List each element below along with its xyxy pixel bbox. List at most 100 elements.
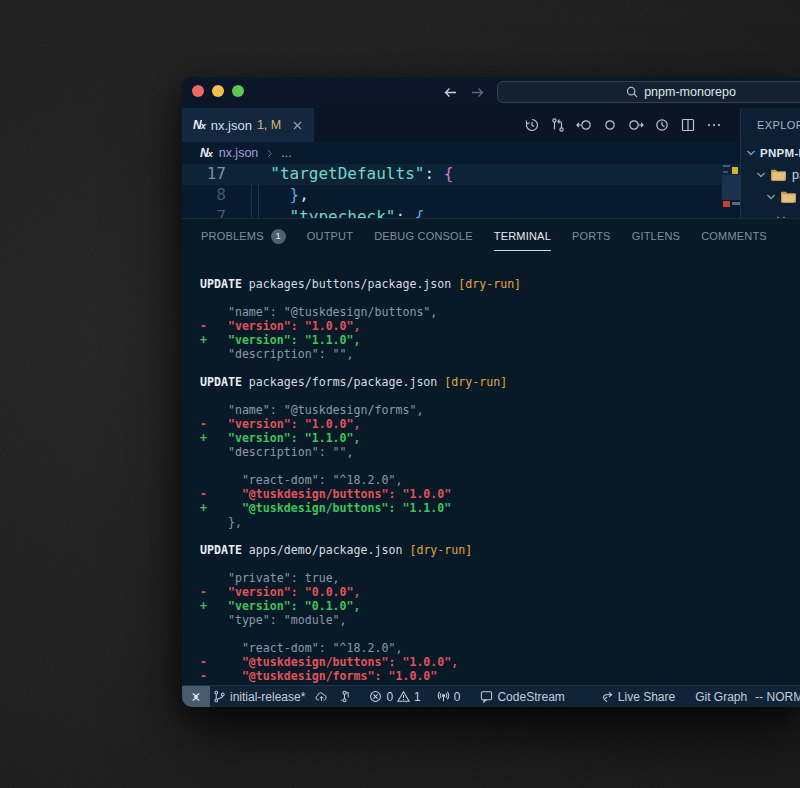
problems-count-badge: 1 — [271, 229, 286, 244]
tab-nx-json[interactable]: Nx nx.json 1, M — [182, 108, 314, 142]
editor-line[interactable]: 8 }, — [182, 184, 740, 206]
code-text: "targetDefaults": { — [251, 164, 453, 185]
timeline-history-icon[interactable] — [524, 117, 540, 133]
command-center-search[interactable]: pnpm-monorepo — [497, 81, 800, 103]
status-label: 0 — [454, 690, 461, 704]
status-label: 0 — [386, 690, 393, 704]
status-label: CodeStream — [497, 690, 564, 704]
line-number: 8 — [182, 184, 226, 206]
tab-label: nx.json — [211, 118, 252, 133]
current-change-icon[interactable] — [602, 117, 618, 133]
previous-change-icon[interactable] — [576, 117, 592, 133]
next-change-icon[interactable] — [628, 117, 644, 133]
status-label: Git Graph — [695, 690, 747, 704]
timeline-clock-icon[interactable] — [654, 117, 670, 133]
panel-tab-comments[interactable]: COMMENTS — [701, 219, 767, 253]
breadcrumb[interactable]: Nx nx.json ... — [182, 142, 740, 164]
close-traffic-button[interactable] — [192, 85, 204, 97]
status-git-graph[interactable]: Git Graph — [695, 690, 747, 704]
vscode-window: pnpm-monorepo Nx nx.json 1, M — [182, 77, 800, 707]
panel-tab-label: PORTS — [572, 219, 611, 253]
codestream-icon — [480, 690, 493, 703]
minimap-viewport[interactable] — [722, 175, 740, 200]
panel-tab-label: GITLENS — [632, 219, 680, 253]
code-text: "typecheck": { — [251, 206, 424, 219]
status-1[interactable]: 1 — [397, 690, 421, 704]
status-live-share[interactable]: Live Share — [601, 690, 675, 704]
explorer-item-pnpm-monorepo[interactable]: PNPM-MONOREPO — [741, 142, 800, 164]
terminal-line: - "@tuskdesign/buttons": "1.0.0" — [200, 487, 800, 501]
split-editor-icon[interactable] — [680, 117, 696, 133]
minimap[interactable] — [722, 164, 740, 218]
live-share-icon — [601, 690, 614, 703]
explorer-header: EXPLORER — [741, 108, 800, 142]
explorer-item[interactable] — [741, 186, 800, 208]
cloud-upload-icon — [315, 690, 328, 703]
terminal-output[interactable]: UPDATE packages/buttons/package.json [dr… — [200, 277, 800, 683]
editor-line[interactable]: 17 "targetDefaults": { — [182, 164, 740, 185]
panel-tab-label: DEBUG CONSOLE — [374, 219, 473, 253]
back-arrow-icon[interactable] — [443, 85, 458, 100]
code-text: }, — [251, 184, 309, 206]
status-label: initial-release* — [230, 690, 305, 704]
panel-tab-gitlens[interactable]: GITLENS — [632, 219, 680, 253]
terminal-line: UPDATE apps/demo/package.json [dry-run] — [200, 543, 800, 557]
editor-actions — [524, 108, 722, 142]
terminal-line: "name": "@tuskdesign/forms", — [200, 403, 800, 417]
terminal-line: + "version": "1.1.0", — [200, 431, 800, 445]
breadcrumb-more[interactable]: ... — [281, 146, 291, 160]
chevron-down-icon — [765, 191, 777, 203]
warning-triangle-icon — [397, 690, 410, 703]
editor-line[interactable]: 7 "typecheck": { — [182, 206, 740, 219]
terminal-line — [200, 529, 800, 543]
minimize-traffic-button[interactable] — [212, 85, 224, 97]
explorer-item-packages[interactable]: packages — [741, 164, 800, 186]
status-bar: initial-release* 0 1 0 CodeStream Live Share G… — [182, 685, 800, 707]
explorer-sidebar: EXPLORER PNPM-MONOREPO packages — [740, 108, 800, 218]
status-initial-release-[interactable]: initial-release* — [213, 690, 305, 704]
titlebar: pnpm-monorepo — [182, 77, 800, 108]
commit-graph-icon — [338, 690, 351, 703]
chevron-down-icon — [745, 147, 757, 159]
terminal-line — [200, 361, 800, 375]
terminal-line: + "version": "1.1.0", — [200, 333, 800, 347]
status-0[interactable]: 0 — [437, 690, 461, 704]
pull-request-icon[interactable] — [550, 117, 566, 133]
terminal-line: "description": "", — [200, 347, 800, 361]
explorer-item-label: PNPM-MONOREPO — [760, 147, 800, 159]
chevron-down-icon — [755, 169, 767, 181]
status-codestream[interactable]: CodeStream — [480, 690, 564, 704]
broadcast-icon — [437, 690, 450, 703]
indent-guide — [251, 185, 252, 218]
terminal-line: UPDATE packages/forms/package.json [dry-… — [200, 375, 800, 389]
status-remote[interactable] — [182, 686, 210, 708]
panel-tab-ports[interactable]: PORTS — [572, 219, 611, 253]
terminal-line: + "version": "0.1.0", — [200, 599, 800, 613]
status-0[interactable]: 0 — [369, 690, 393, 704]
breadcrumb-file[interactable]: nx.json — [219, 146, 259, 160]
zoom-traffic-button[interactable] — [232, 85, 244, 97]
status--norm[interactable]: -- NORM — [755, 690, 800, 704]
terminal-line: "react-dom": "^18.2.0", — [200, 473, 800, 487]
close-tab-icon[interactable] — [291, 119, 304, 132]
status-label: 1 — [414, 690, 421, 704]
more-actions-icon[interactable] — [706, 117, 722, 133]
status-label: -- NORM — [755, 690, 800, 704]
panel-tab-output[interactable]: OUTPUT — [307, 219, 353, 253]
nx-file-icon: Nx — [193, 118, 205, 132]
status-cloud-upload[interactable] — [315, 690, 328, 703]
traffic-lights — [192, 85, 244, 97]
indent-guide — [258, 185, 259, 218]
forward-arrow-icon[interactable] — [470, 85, 485, 100]
terminal-line: "type": "module", — [200, 613, 800, 627]
search-value: pnpm-monorepo — [644, 85, 736, 99]
panel-tab-terminal[interactable]: TERMINAL — [494, 219, 551, 253]
explorer-item[interactable] — [741, 208, 800, 218]
editor[interactable]: 17 "targetDefaults": {8 },7 "typecheck":… — [182, 164, 740, 218]
terminal-line: + "@tuskdesign/buttons": "1.1.0" — [200, 501, 800, 515]
panel-tab-debug-console[interactable]: DEBUG CONSOLE — [374, 219, 473, 253]
panel-tab-problems[interactable]: PROBLEMS1 — [201, 219, 286, 253]
status-commit-graph[interactable] — [338, 690, 351, 703]
explorer-item-label: packages — [792, 168, 800, 182]
terminal-line: - "version": "0.0.0", — [200, 585, 800, 599]
